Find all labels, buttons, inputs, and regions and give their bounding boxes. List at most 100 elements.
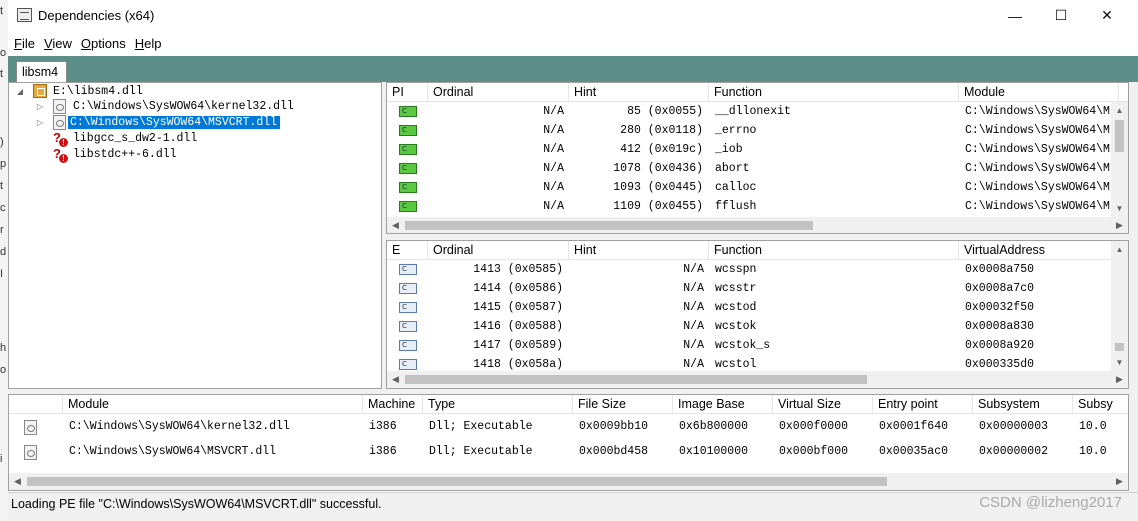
table-row[interactable]: C N/A 1109 (0x0455) fflush C:\Windows\SysWOW… [387,197,1128,216]
tree-item-msvcrt[interactable]: ▷ C:\Windows\SysWOW64\MSVCRT.dll [35,114,281,130]
tree-item-libstdcpp[interactable]: ?! libstdc++-6.dll [45,146,177,163]
column-header-pi[interactable]: PI [387,83,428,102]
module-file-icon [24,445,37,460]
background-window-strip: t o t ) p t c r d I h o i [0,0,8,521]
table-row[interactable]: C N/A 1093 (0x0445) calloc C:\Windows\SysWOW… [387,178,1128,197]
window-title: Dependencies (x64) [38,8,155,23]
close-button[interactable]: ✕ [1084,0,1130,31]
cell-hint: 1109 (0x0455) [613,200,703,213]
table-row[interactable]: C 1414 (0x0586) N/A wcsstr 0x0008a7c0 [387,279,1128,298]
column-header-image-base[interactable]: Image Base [673,395,773,414]
scroll-thumb[interactable] [405,375,867,384]
minimize-button[interactable]: — [992,0,1038,31]
c-function-import-icon: C [399,125,417,136]
scroll-right-arrow-icon[interactable]: ▶ [1111,217,1128,233]
scroll-thumb[interactable] [1115,343,1124,351]
cell-base: 0x10100000 [679,445,749,458]
c-function-import-icon: C [399,201,417,212]
table-row[interactable]: C N/A 280 (0x0118) _errno C:\Windows\SysWOW6… [387,121,1128,140]
column-header-module[interactable]: Module [63,395,363,414]
module-tree[interactable]: ◢ E:\libsm4.dll ▷ C:\Windows\SysWOW64\ke… [8,82,382,389]
modules-list[interactable]: Module Machine Type File Size Image Base… [8,394,1129,491]
column-header-virtual-address[interactable]: VirtualAddress [959,241,1119,260]
scroll-right-arrow-icon[interactable]: ▶ [1111,473,1128,490]
tree-item-libgcc[interactable]: ?! libgcc_s_dw2-1.dll [45,130,198,147]
scroll-thumb[interactable] [27,477,887,486]
cell-function: abort [715,162,750,175]
column-header-machine[interactable]: Machine [363,395,423,414]
maximize-button[interactable]: ☐ [1038,0,1084,31]
scroll-down-arrow-icon[interactable]: ▼ [1111,200,1128,217]
exports-list[interactable]: E Ordinal Hint Function VirtualAddress C… [386,240,1129,389]
cell-function: wcsspn [715,263,757,276]
column-header-type[interactable]: Type [423,395,573,414]
column-header-ordinal[interactable]: Ordinal [428,83,569,102]
column-header-function[interactable]: Function [709,241,959,260]
table-row[interactable]: C:\Windows\SysWOW64\kernel32.dll i386 Dll;… [9,417,1128,437]
table-row[interactable]: C 1417 (0x0589) N/A wcstok_s 0x0008a920 [387,336,1128,355]
background-char: d [0,246,7,258]
cell-ordinal: 1413 (0x0585) [473,263,563,276]
table-row[interactable]: C 1416 (0x0588) N/A wcstok 0x0008a830 [387,317,1128,336]
tree-root-item[interactable]: ◢ E:\libsm4.dll [15,83,143,99]
collapse-arrow-icon[interactable]: ◢ [15,87,25,96]
scroll-up-arrow-icon[interactable]: ▲ [1111,241,1128,258]
background-char: o [0,47,7,59]
column-header-ordinal[interactable]: Ordinal [428,241,569,260]
scroll-left-arrow-icon[interactable]: ◀ [387,371,404,388]
column-header-e[interactable]: E [387,241,428,260]
status-text: Loading PE file "C:\Windows\SysWOW64\MSV… [11,497,382,511]
scroll-left-arrow-icon[interactable]: ◀ [9,473,26,490]
column-header-icon[interactable] [9,395,63,414]
cell-ordinal: 1416 (0x0588) [473,320,563,333]
scroll-right-arrow-icon[interactable]: ▶ [1111,371,1128,388]
table-row[interactable]: C 1413 (0x0585) N/A wcsspn 0x0008a750 [387,260,1128,279]
expand-arrow-icon[interactable]: ▷ [35,102,45,111]
cell-ordinal: N/A [543,200,564,213]
column-header-entry-point[interactable]: Entry point [873,395,973,414]
column-header-hint[interactable]: Hint [569,241,709,260]
cell-module: C:\Windows\SysWOW64\M [965,105,1110,118]
cell-subsystem: 0x00000002 [979,445,1049,458]
c-function-import-icon: C [399,182,417,193]
scroll-up-arrow-icon[interactable]: ▲ [1111,102,1128,119]
cell-module: C:\Windows\SysWOW64\kernel32.dll [69,420,290,433]
tab-libsm4[interactable]: libsm4 [16,61,67,82]
cell-type: Dll; Executable [429,420,533,433]
modules-horizontal-scrollbar[interactable]: ◀ ▶ [9,473,1128,490]
column-header-subsystem[interactable]: Subsystem [973,395,1073,414]
column-header-file-size[interactable]: File Size [573,395,673,414]
cell-size: 0x0009bb10 [579,420,649,433]
menu-view[interactable]: View [44,36,72,51]
column-header-virtual-size[interactable]: Virtual Size [773,395,873,414]
menu-options[interactable]: Options [81,36,126,51]
cell-hint: 1078 (0x0436) [613,162,703,175]
exports-horizontal-scrollbar[interactable]: ◀ ▶ [387,371,1128,388]
exports-header: E Ordinal Hint Function VirtualAddress [387,241,1128,260]
scroll-thumb[interactable] [1115,120,1124,152]
scroll-down-arrow-icon[interactable]: ▼ [1111,354,1128,371]
column-header-module[interactable]: Module [959,83,1119,102]
imports-list[interactable]: PI Ordinal Hint Function Module C N/A 85 (… [386,82,1129,234]
title-bar[interactable]: Dependencies (x64) — ☐ ✕ [8,0,1138,31]
column-header-subsystem-version[interactable]: Subsy [1073,395,1128,414]
scroll-left-arrow-icon[interactable]: ◀ [387,217,404,233]
table-row[interactable]: C:\Windows\SysWOW64\MSVCRT.dll i386 Dll; E… [9,442,1128,462]
scroll-thumb[interactable] [405,221,813,230]
expand-arrow-icon[interactable]: ▷ [35,118,45,127]
menu-help[interactable]: Help [135,36,162,51]
column-header-hint[interactable]: Hint [569,83,709,102]
exports-vertical-scrollbar[interactable]: ▲ ▼ [1111,241,1128,371]
column-header-function[interactable]: Function [709,83,959,102]
menu-file[interactable]: File [14,36,35,51]
table-row[interactable]: C N/A 85 (0x0055) __dllonexit C:\Windows\Sys… [387,102,1128,121]
table-row[interactable]: C 1415 (0x0587) N/A wcstod 0x00032f50 [387,298,1128,317]
table-row[interactable]: C N/A 412 (0x019c) _iob C:\Windows\SysWOW64\… [387,140,1128,159]
cell-ordinal: N/A [543,162,564,175]
imports-vertical-scrollbar[interactable]: ▲ ▼ [1111,102,1128,217]
cell-ordinal: 1417 (0x0589) [473,339,563,352]
imports-horizontal-scrollbar[interactable]: ◀ ▶ [387,217,1128,233]
table-row[interactable]: C N/A 1078 (0x0436) abort C:\Windows\SysWOW6… [387,159,1128,178]
tree-item-kernel32[interactable]: ▷ C:\Windows\SysWOW64\kernel32.dll [35,98,294,114]
tree-item-label: libgcc_s_dw2-1.dll [73,131,198,145]
